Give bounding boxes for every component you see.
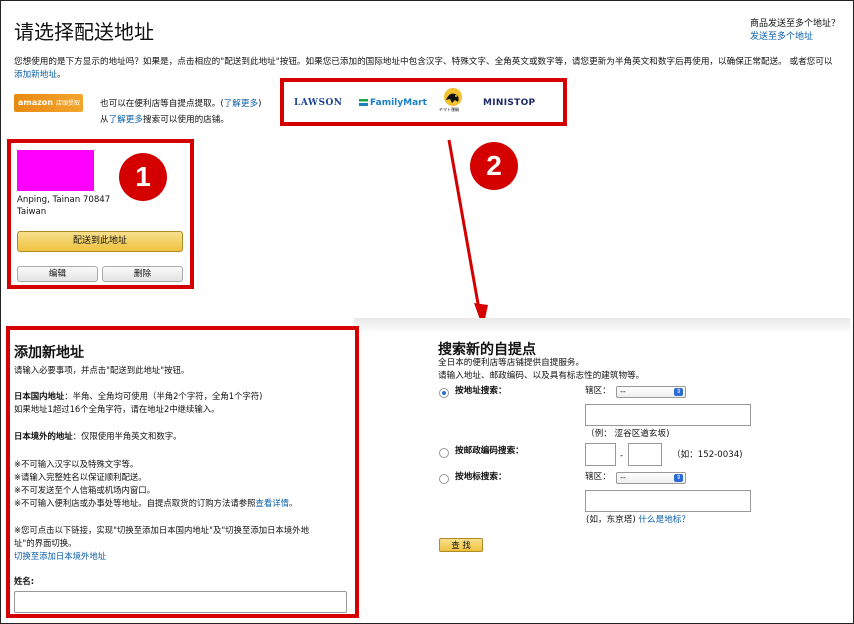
postal-code-part1[interactable] <box>585 443 616 466</box>
multi-address-question: 商品发送至多个地址？ <box>749 19 840 29</box>
pickup-info: 也可以在便利店等自提点提取。(了解更多) 从了解更多搜索可以使用的店铺。 <box>100 96 261 128</box>
postal-dash: - <box>620 451 624 461</box>
pickup-line2-prefix: 从 <box>100 115 109 125</box>
district-select-value: -- <box>620 387 626 396</box>
radio-by-address[interactable] <box>439 388 449 398</box>
search-line1: 全日本的便利店等店铺提供自提服务。 <box>438 358 585 368</box>
ship-to-this-address-button[interactable]: 配送到此地址 <box>17 231 183 252</box>
annotation-badge-1: 1 <box>119 153 167 201</box>
domestic-address-rule: 日本国内地址：半角、全角均可使用（半角2个字符，全角1个字符) <box>14 390 262 402</box>
overseas-text: ：仅限使用半角英文和数字。 <box>72 431 182 441</box>
address-search-input[interactable] <box>585 404 751 426</box>
learn-more-link[interactable]: 了解更多 <box>224 99 258 109</box>
overseas-label: 日本境外的地址 <box>14 431 73 441</box>
amazon-pickup-logo: amazon 店頭受取 <box>14 94 83 112</box>
multi-address-link[interactable]: 发送至多个地址 <box>750 31 840 44</box>
district-select-2[interactable]: -- ⇕ <box>616 472 686 484</box>
switch-overseas-link[interactable]: 切换至添加日本境外地址 <box>14 550 106 562</box>
note-1: ※不可输入汉字以及特殊文字等。 <box>14 459 139 469</box>
yamato-logo: ヤマト運輸 <box>439 86 465 116</box>
add-new-address-link[interactable]: 添加新地址 <box>14 70 57 80</box>
lawson-logo: LAWSON <box>294 98 343 108</box>
note-3: ※不可发送至个人信箱或机场内窗口。 <box>14 485 156 495</box>
delete-button[interactable]: 删除 <box>102 266 183 282</box>
find-button[interactable]: 查 找 <box>439 538 483 552</box>
by-landmark-label: 按地标搜索： <box>455 472 507 482</box>
yamato-label: ヤマト運輸 <box>439 107 459 112</box>
intro-end: 。 <box>56 70 66 80</box>
radio-by-postal[interactable] <box>439 448 449 458</box>
pickup-line1-end: ) <box>258 99 262 109</box>
address-line-country: Taiwan <box>17 207 47 217</box>
overseas-address-rule: 日本境外的地址：仅限使用半角英文和数字。 <box>14 430 182 442</box>
switch-note-1: ※您可点击以下链接，实现"切换至添加日本国内地址"及"切换至添加日本境外地 <box>14 525 309 535</box>
search-line2: 请输入地址、邮政编码、以及具有标志性的建筑物等。 <box>438 371 645 381</box>
add-address-instruction: 请输入必要事项，并点击"配送到此地址"按钮。 <box>14 365 190 375</box>
page-title: 请选择配送地址 <box>14 20 154 44</box>
note-2: ※请输入完整姓名以保证顺利配送。 <box>14 472 147 482</box>
radio-by-landmark[interactable] <box>439 474 449 484</box>
note-4: ※不可输入便利店或办事处等地址。自提点取货的订购方法请参照查看详情。 <box>14 497 297 509</box>
familymart-logo-text: FamilyMart <box>370 98 427 108</box>
address-line-city: Anping, Tainan 70847 <box>17 195 111 205</box>
domestic-text: ：半角、全角均可使用（半角2个字符，全角1个字符) <box>64 391 263 401</box>
learn-more-search-link[interactable]: 了解更多 <box>109 115 143 125</box>
note-4-end: 。 <box>289 498 298 508</box>
section-divider-band <box>354 318 850 334</box>
name-label: 姓名: <box>14 576 35 586</box>
select-arrows-icon: ⇕ <box>674 474 683 482</box>
view-details-link[interactable]: 查看详情 <box>256 498 290 508</box>
domestic-address-rule2: 如果地址1超过16个全角字符，请在地址2中继续输入。 <box>14 404 220 414</box>
add-new-address-heading: 添加新地址 <box>14 345 84 361</box>
what-is-landmark-link[interactable]: 什么是地标？ <box>638 515 690 525</box>
landmark-example: (如，东京塔) 什么是地标？ <box>586 514 690 526</box>
district-select-value-2: -- <box>620 473 626 482</box>
amazon-logo-text: amazon <box>18 98 53 107</box>
pickup-line1: 也可以在便利店等自提点提取。( <box>100 99 224 109</box>
postal-example: （如：152-0034) <box>672 450 743 460</box>
note-4-text: ※不可输入便利店或办事处等地址。自提点取货的订购方法请参照 <box>14 498 256 508</box>
by-address-label: 按地址搜索： <box>455 386 507 396</box>
redacted-name-block <box>17 150 94 191</box>
annotation-arrow <box>447 139 488 328</box>
address-example: （例： 涩谷区道玄坂) <box>586 429 670 439</box>
select-arrows-icon: ⇕ <box>674 388 683 396</box>
store-logos-box: LAWSON FamilyMart ヤマト運輸 MINISTOP <box>280 78 567 126</box>
district-label-2: 辖区： <box>585 472 611 482</box>
district-label: 辖区： <box>585 386 611 396</box>
landmark-search-input[interactable] <box>585 490 751 512</box>
edit-button[interactable]: 编辑 <box>17 266 98 282</box>
switch-note-2: 址"的界面切换。 <box>14 538 77 548</box>
landmark-example-text: (如，东京塔) <box>586 515 636 525</box>
intro-body: 您想使用的是下方显示的地址吗？如果是，点击相应的"配送到此地址"按钮。如果您已添… <box>14 57 833 67</box>
add-new-address-panel: 添加新地址 请输入必要事项，并点击"配送到此地址"按钮。 日本国内地址：半角、全… <box>6 326 359 618</box>
domestic-label: 日本国内地址 <box>14 391 65 401</box>
familymart-stripes-icon <box>359 99 368 106</box>
search-pickup-heading: 搜索新的自提点 <box>438 342 536 358</box>
district-select[interactable]: -- ⇕ <box>616 386 686 398</box>
multi-address-block: 商品发送至多个地址？ 发送至多个地址 <box>750 18 840 44</box>
existing-address-card: Anping, Tainan 70847 Taiwan 配送到此地址 编辑 删除 <box>7 139 194 289</box>
name-input[interactable] <box>14 591 347 613</box>
by-postal-label: 按邮政编码搜索： <box>455 446 524 456</box>
familymart-logo: FamilyMart <box>359 98 427 108</box>
ministop-logo: MINISTOP <box>483 98 536 108</box>
postal-code-part2[interactable] <box>628 443 662 466</box>
amazon-logo-sub: 店頭受取 <box>55 100 80 107</box>
pickup-line2-suffix: 搜索可以使用的店铺。 <box>143 115 229 125</box>
